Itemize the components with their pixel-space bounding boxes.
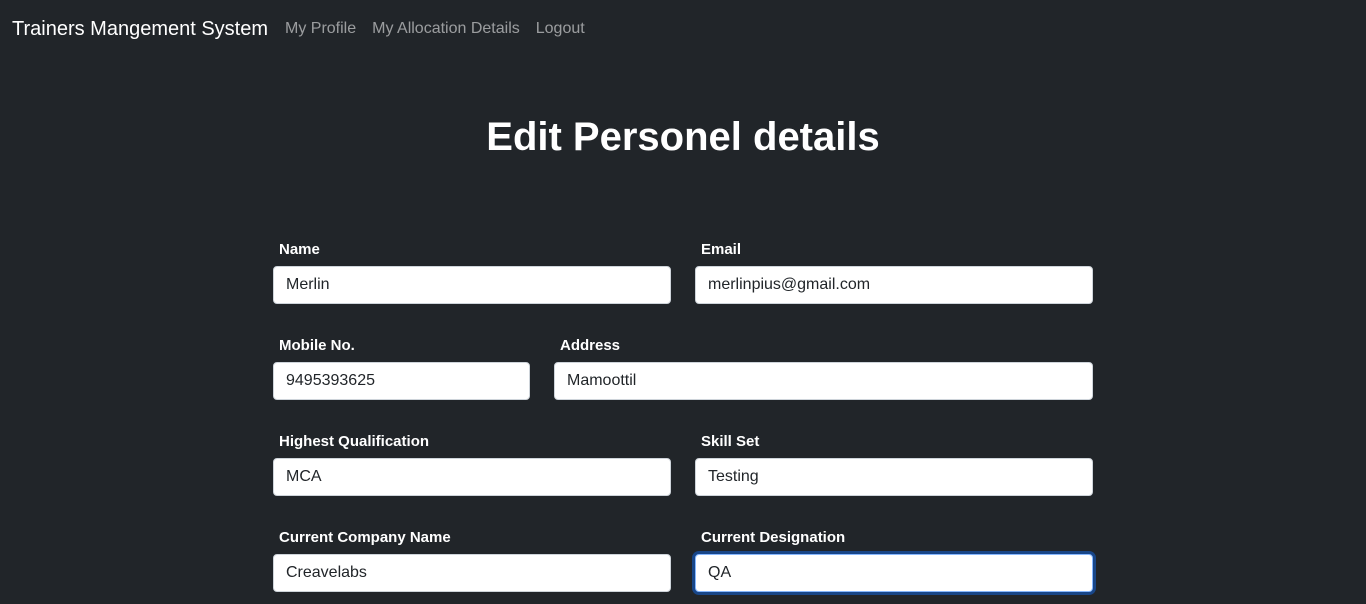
qualification-label: Highest Qualification	[279, 433, 430, 450]
navbar: Trainers Mangement System My Profile My …	[0, 0, 1366, 58]
address-field-group: Address	[554, 336, 1093, 400]
designation-label: Current Designation	[701, 529, 846, 546]
nav-link-my-allocation-details[interactable]: My Allocation Details	[372, 18, 520, 40]
skillset-field-group: Skill Set	[695, 432, 1093, 496]
nav-link-logout[interactable]: Logout	[536, 18, 585, 40]
name-field-group: Name	[273, 240, 671, 304]
company-field-group: Current Company Name	[273, 528, 671, 592]
email-input[interactable]	[695, 266, 1093, 304]
address-label: Address	[560, 337, 621, 354]
name-input[interactable]	[273, 266, 671, 304]
nav-links: My Profile My Allocation Details Logout	[285, 18, 585, 40]
skillset-input[interactable]	[695, 458, 1093, 496]
mobile-field-group: Mobile No.	[273, 336, 530, 400]
email-field-group: Email	[695, 240, 1093, 304]
qualification-field-group: Highest Qualification	[273, 432, 671, 496]
page-title: Edit Personel details	[486, 115, 880, 159]
company-input[interactable]	[273, 554, 671, 592]
designation-field-group: Current Designation	[695, 528, 1093, 592]
address-input[interactable]	[554, 362, 1093, 400]
designation-input[interactable]	[695, 554, 1093, 592]
nav-link-my-profile[interactable]: My Profile	[285, 18, 356, 40]
company-label: Current Company Name	[279, 529, 451, 546]
name-label: Name	[279, 241, 320, 258]
skillset-label: Skill Set	[701, 433, 760, 450]
mobile-label: Mobile No.	[279, 337, 355, 354]
navbar-brand[interactable]: Trainers Mangement System	[12, 16, 268, 42]
mobile-input[interactable]	[273, 362, 530, 400]
email-label: Email	[701, 241, 742, 258]
qualification-input[interactable]	[273, 458, 671, 496]
